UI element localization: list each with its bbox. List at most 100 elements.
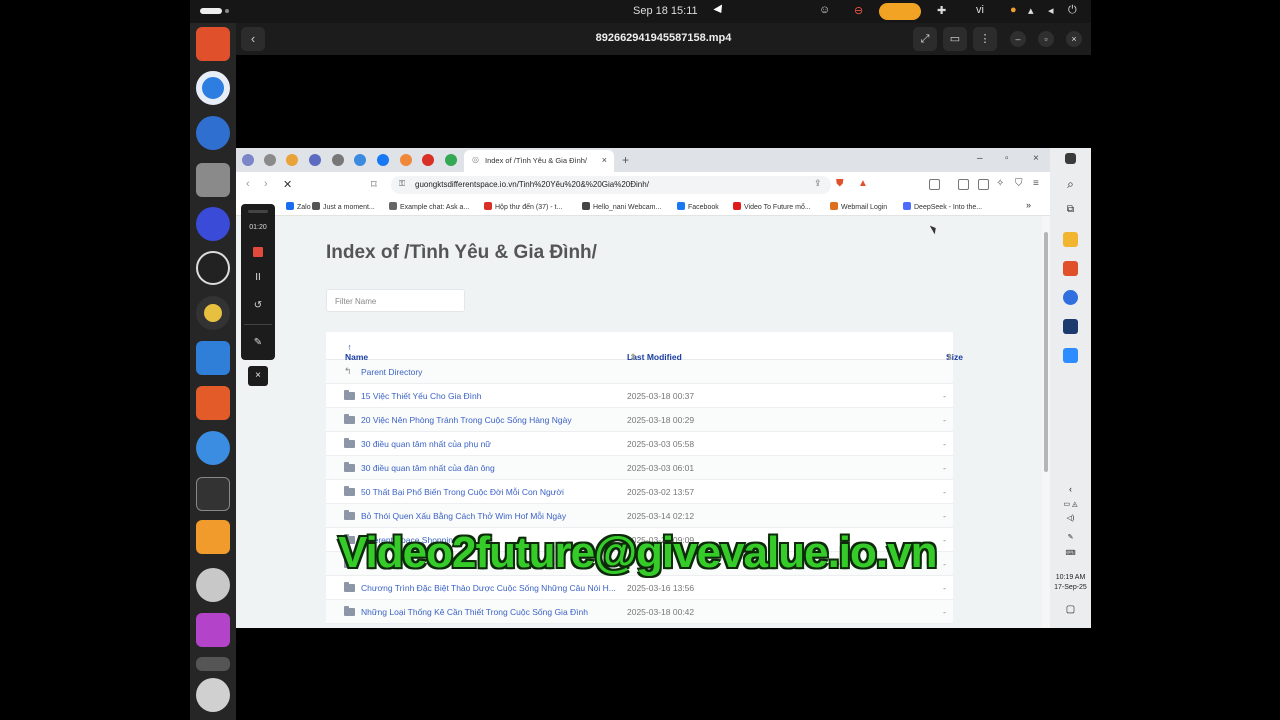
tray-expand-icon[interactable]: ‹ [1050,484,1091,494]
accessibility-icon[interactable]: ✚ [937,4,946,17]
new-tab-button[interactable]: + [622,153,629,167]
bookmark-item[interactable]: Video To Future mổ... [733,202,811,211]
brave-shields-icon[interactable]: ⛊ [836,178,844,189]
file-explorer-icon[interactable] [1063,232,1078,247]
power-icon[interactable]: ⏻ [1068,4,1077,17]
drag-handle[interactable] [248,210,268,213]
pen-tool-button[interactable]: ✎ [241,337,275,348]
window-close-icon[interactable]: × [1033,153,1039,164]
app-taskbar-icon[interactable] [1063,290,1078,305]
disc-icon[interactable] [196,568,230,602]
writer-icon[interactable] [196,341,230,375]
tab-icon[interactable] [354,154,366,166]
bookmark-item[interactable]: Example chat: Ask a... [389,202,469,211]
tab-icon[interactable] [309,154,321,166]
loading-icon[interactable]: ✕ [283,178,292,191]
table-row[interactable]: 30 điều quan tâm nhất của đàn ông 2025-03… [326,456,953,480]
tray-icons[interactable]: ▭ ◬ [1050,500,1091,508]
obs-studio-icon[interactable] [196,251,230,285]
subtitles-button[interactable]: ▭ [943,27,967,51]
rhythmbox-icon[interactable] [196,296,230,330]
url-field[interactable]: ⚿ guongktsdifferentspace.io.vn/Tinh%20Yê… [391,176,831,194]
close-button[interactable]: × [1066,31,1082,47]
input-language[interactable]: vi [976,4,984,16]
wallet-icon[interactable] [978,179,989,190]
do-not-disturb-icon[interactable]: ⊖ [854,4,863,17]
site-info-icon[interactable]: ⚿ [399,179,405,189]
menu-button[interactable]: ⋮ [973,27,997,51]
fullscreen-button[interactable]: ⤢ [913,27,937,51]
ai-assistant-icon[interactable]: ✧ [996,178,1004,189]
page-scrollbar[interactable] [1042,216,1050,628]
sublime-text-icon[interactable] [196,520,230,554]
tab-icon[interactable] [264,154,276,166]
signal-icon[interactable] [196,207,230,241]
windows-date[interactable]: 17-Sep-25 [1050,584,1091,591]
gmail-tab-icon[interactable] [422,154,434,166]
tab-icon[interactable] [400,154,412,166]
back-icon[interactable]: ‹ [246,178,250,190]
close-recorder-button[interactable]: × [248,366,268,386]
restart-button[interactable]: ↺ [241,300,275,311]
sidebar-icon[interactable] [958,179,969,190]
pen-tray-icon[interactable]: ✎ [1050,533,1091,541]
bookmark-item[interactable]: DeepSeek - Into the... [903,202,982,211]
activities-indicator[interactable] [200,8,222,14]
zoom-taskbar-icon[interactable] [1063,348,1078,363]
brave-taskbar-icon[interactable] [1063,261,1078,276]
bookmark-item[interactable]: Hộp thư đến (37) - t... [484,202,562,211]
notifications-icon[interactable]: ▢ [1050,604,1091,615]
screen-recording-indicator[interactable] [879,3,921,20]
screenshot-icon[interactable] [929,179,940,190]
task-view-icon[interactable]: ⧉ [1050,204,1091,215]
bookmark-icon[interactable]: ⌑ [371,178,377,191]
share-icon[interactable]: ⇪ [814,178,822,189]
table-row[interactable]: Chương Trình Đặc Biệt Thảo Dược Cuộc Sốn… [326,576,953,600]
table-row[interactable]: 15 Việc Thiết Yếu Cho Gia Đình 2025-03-18… [326,384,953,408]
bookmark-item[interactable]: Facebook [677,202,719,211]
bookmark-item[interactable]: Just a moment... [312,202,375,211]
status-icon[interactable]: ☺ [819,4,830,16]
bookmark-item[interactable]: Hello_nani Webcam... [582,202,661,211]
show-apps-icon[interactable] [196,678,230,712]
network-icon[interactable]: ▴ [1028,4,1034,17]
close-tab-icon[interactable]: × [602,155,607,165]
trash-icon[interactable] [196,657,230,671]
pause-button[interactable]: II [241,272,275,283]
vpn-icon[interactable]: ⛉ [1015,178,1023,189]
filter-input[interactable]: Filter Name [326,289,465,312]
table-row[interactable]: 30 điều quan tâm nhất của phụ nữ 2025-03-… [326,432,953,456]
microphone-icon[interactable]: ● [1010,4,1017,16]
window-restore-icon[interactable]: ▫ [1005,153,1009,164]
volume-icon[interactable]: ◂ [1048,4,1054,17]
facebook-tab-icon[interactable] [377,154,389,166]
speaker-icon[interactable]: ◁) [1050,514,1091,522]
files-icon[interactable] [196,163,230,197]
help-icon[interactable] [196,431,230,465]
menu-icon[interactable]: ≡ [1033,178,1039,189]
tab-active[interactable]: ◎ Index of /Tình Yêu & Gia Đình/ × [464,150,614,172]
search-icon[interactable]: ⌕ [1050,177,1091,192]
table-row[interactable]: Những Loại Thống Kê Cần Thiết Trong Cuộc… [326,600,953,624]
keyboard-icon[interactable]: ⌨ [1050,549,1091,557]
window-minimize-icon[interactable]: – [977,153,983,164]
bookmark-item[interactable]: Webmail Login [830,202,887,211]
sort-modified-button[interactable]: Last Modified ⇕ [627,342,682,362]
forward-icon[interactable]: › [264,178,268,190]
bookmark-item[interactable]: Zalo [286,202,311,211]
tab-icon[interactable] [242,154,254,166]
system-clock[interactable]: Sep 18 15:11 [633,5,698,17]
minimize-button[interactable]: – [1010,31,1026,47]
video-player-icon[interactable] [196,613,230,647]
more-bookmarks-icon[interactable]: » [1026,200,1031,210]
brave-browser-icon[interactable] [196,27,230,61]
table-row[interactable]: 50 Thất Bại Phổ Biến Trong Cuộc Đời Mỗi … [326,480,953,504]
windows-start-icon[interactable] [1065,153,1076,164]
parent-directory-row[interactable]: ↰ Parent Directory [326,360,953,384]
chromium-icon[interactable] [196,71,230,105]
tab-icon[interactable] [332,154,344,166]
thunderbird-icon[interactable] [196,116,230,150]
app-center-icon[interactable] [196,386,230,420]
stop-recording-button[interactable] [253,247,263,257]
table-row[interactable]: Bỏ Thói Quen Xấu Bằng Cách Thở Wim Hof M… [326,504,953,528]
